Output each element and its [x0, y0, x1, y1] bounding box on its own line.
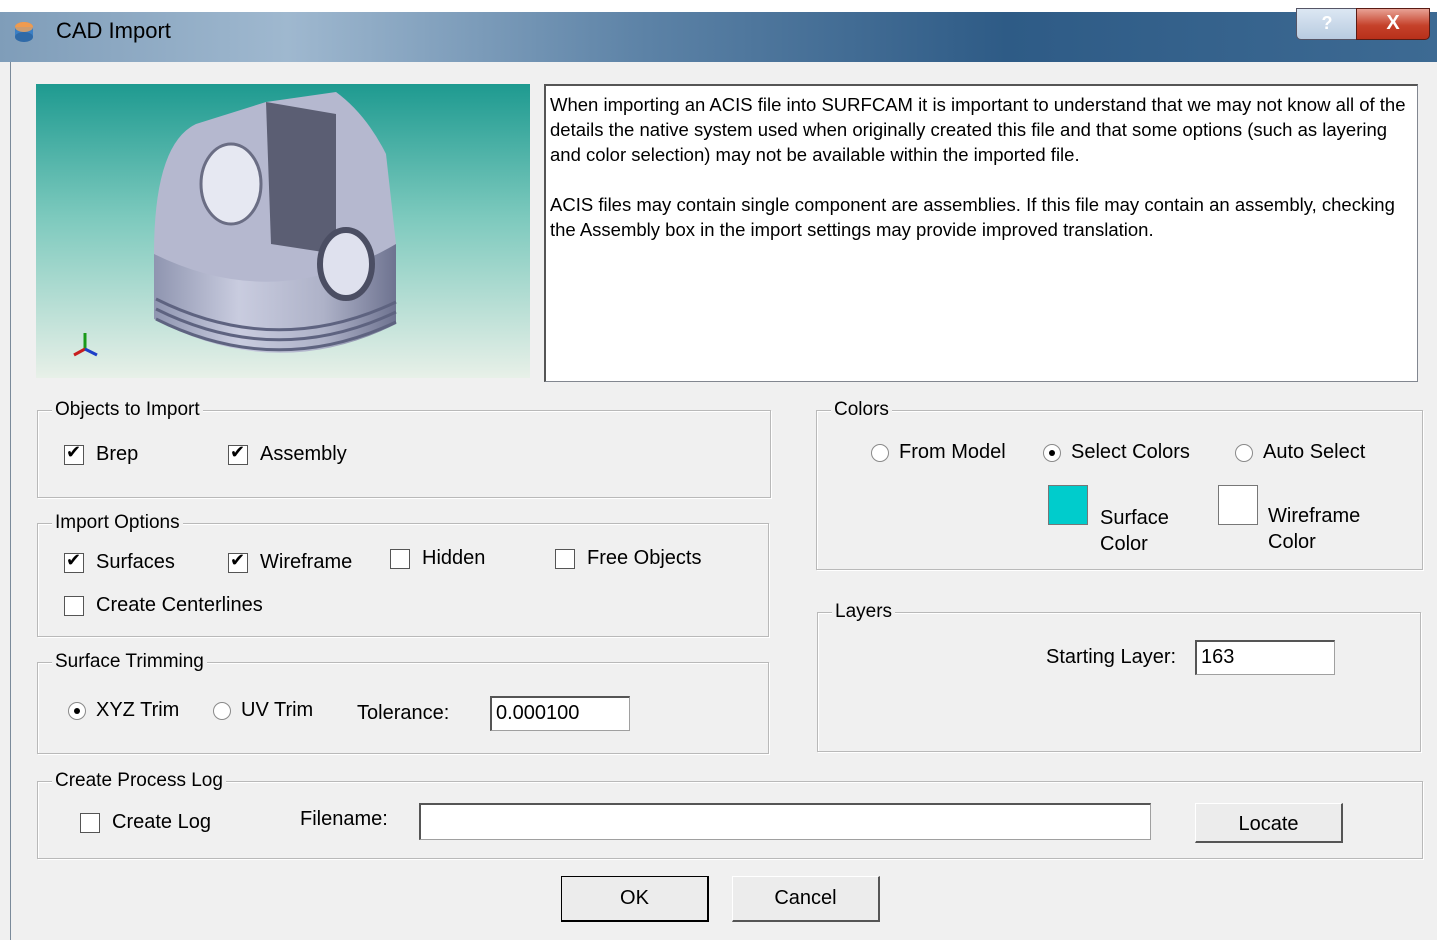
locate-button[interactable]: Locate: [1195, 803, 1343, 843]
brep-checkbox[interactable]: Brep: [64, 442, 139, 466]
wireframe-checkbox-box[interactable]: [228, 550, 248, 573]
free-objects-checkbox[interactable]: Free Objects: [555, 547, 701, 570]
create-log-label: Create Log: [112, 811, 211, 833]
starting-layer-input[interactable]: 163: [1195, 640, 1335, 675]
create-log-checkbox[interactable]: Create Log: [80, 811, 211, 834]
brep-checkbox-box[interactable]: [64, 442, 84, 465]
xyz-axis-triad-icon: [70, 329, 100, 365]
assembly-checkbox[interactable]: Assembly: [228, 442, 347, 466]
wireframe-color-label-line2: Color: [1268, 531, 1316, 553]
auto-select-radio-circle[interactable]: [1235, 443, 1253, 462]
surface-trimming-legend: Surface Trimming: [52, 650, 207, 674]
import-options-legend: Import Options: [52, 511, 183, 535]
objects-to-import-legend: Objects to Import: [52, 398, 203, 422]
ok-button[interactable]: OK: [561, 876, 709, 922]
create-log-checkbox-box[interactable]: [80, 812, 100, 833]
from-model-radio-circle[interactable]: [871, 443, 889, 462]
tolerance-label: Tolerance:: [357, 702, 450, 724]
free-objects-checkbox-box[interactable]: [555, 548, 575, 569]
wireframe-label: Wireframe: [260, 551, 353, 573]
process-log-legend: Create Process Log: [52, 769, 226, 793]
auto-select-label: Auto Select: [1263, 441, 1366, 463]
wireframe-color-swatch[interactable]: [1218, 485, 1258, 525]
wireframe-checkbox[interactable]: Wireframe: [228, 550, 353, 574]
window-title: CAD Import: [56, 18, 171, 43]
objects-to-import-group: Objects to Import: [37, 398, 771, 498]
from-model-label: From Model: [899, 441, 1006, 463]
create-centerlines-label: Create Centerlines: [96, 594, 263, 616]
select-colors-radio[interactable]: Select Colors: [1043, 441, 1190, 464]
title-bar-top-edge: [0, 0, 1437, 12]
model-preview-image: [36, 84, 530, 378]
select-colors-radio-circle[interactable]: [1043, 443, 1061, 462]
uv-trim-radio[interactable]: UV Trim: [213, 699, 313, 722]
create-centerlines-checkbox-box[interactable]: [64, 595, 84, 616]
xyz-trim-label: XYZ Trim: [96, 699, 180, 721]
uv-trim-radio-circle[interactable]: [213, 701, 231, 720]
brep-label: Brep: [96, 443, 139, 465]
free-objects-label: Free Objects: [587, 547, 702, 569]
surfaces-checkbox-box[interactable]: [64, 550, 84, 573]
layers-group: Layers: [817, 600, 1421, 752]
filename-input[interactable]: [419, 803, 1151, 840]
create-centerlines-checkbox[interactable]: Create Centerlines: [64, 594, 263, 617]
layers-legend: Layers: [832, 600, 896, 624]
from-model-radio[interactable]: From Model: [871, 441, 1006, 464]
xyz-trim-radio-circle[interactable]: [68, 701, 86, 720]
piston-model-graphic: [154, 92, 397, 353]
surface-color-swatch[interactable]: [1048, 485, 1088, 525]
hidden-checkbox[interactable]: Hidden: [390, 547, 485, 570]
close-button[interactable]: X: [1356, 8, 1430, 40]
assembly-label: Assembly: [260, 443, 347, 465]
hidden-checkbox-box[interactable]: [390, 548, 410, 569]
select-colors-label: Select Colors: [1071, 441, 1190, 463]
surface-color-label-line2: Color: [1100, 533, 1148, 555]
uv-trim-label: UV Trim: [241, 699, 314, 721]
auto-select-radio[interactable]: Auto Select: [1235, 441, 1365, 464]
help-button[interactable]: ?: [1296, 8, 1358, 40]
import-options-group: Import Options: [37, 511, 769, 637]
filename-label: Filename:: [300, 808, 388, 830]
xyz-trim-radio[interactable]: XYZ Trim: [68, 699, 179, 722]
starting-layer-label: Starting Layer:: [1046, 646, 1177, 668]
description-paragraph-2: ACIS files may contain single component …: [550, 194, 1395, 240]
hidden-label: Hidden: [422, 547, 486, 569]
cancel-button[interactable]: Cancel: [732, 876, 880, 922]
surfaces-label: Surfaces: [96, 551, 175, 573]
surfaces-checkbox[interactable]: Surfaces: [64, 550, 175, 574]
tolerance-input[interactable]: 0.000100: [490, 696, 630, 731]
import-description-textbox[interactable]: When importing an ACIS file into SURFCAM…: [544, 84, 1418, 382]
colors-legend: Colors: [831, 398, 892, 422]
wireframe-color-label-line1: Wireframe: [1268, 505, 1361, 527]
surface-color-label-line1: Surface: [1100, 507, 1169, 529]
cad-import-app-icon: [12, 20, 36, 44]
assembly-checkbox-box[interactable]: [228, 442, 248, 465]
description-paragraph-1: When importing an ACIS file into SURFCAM…: [550, 94, 1406, 165]
